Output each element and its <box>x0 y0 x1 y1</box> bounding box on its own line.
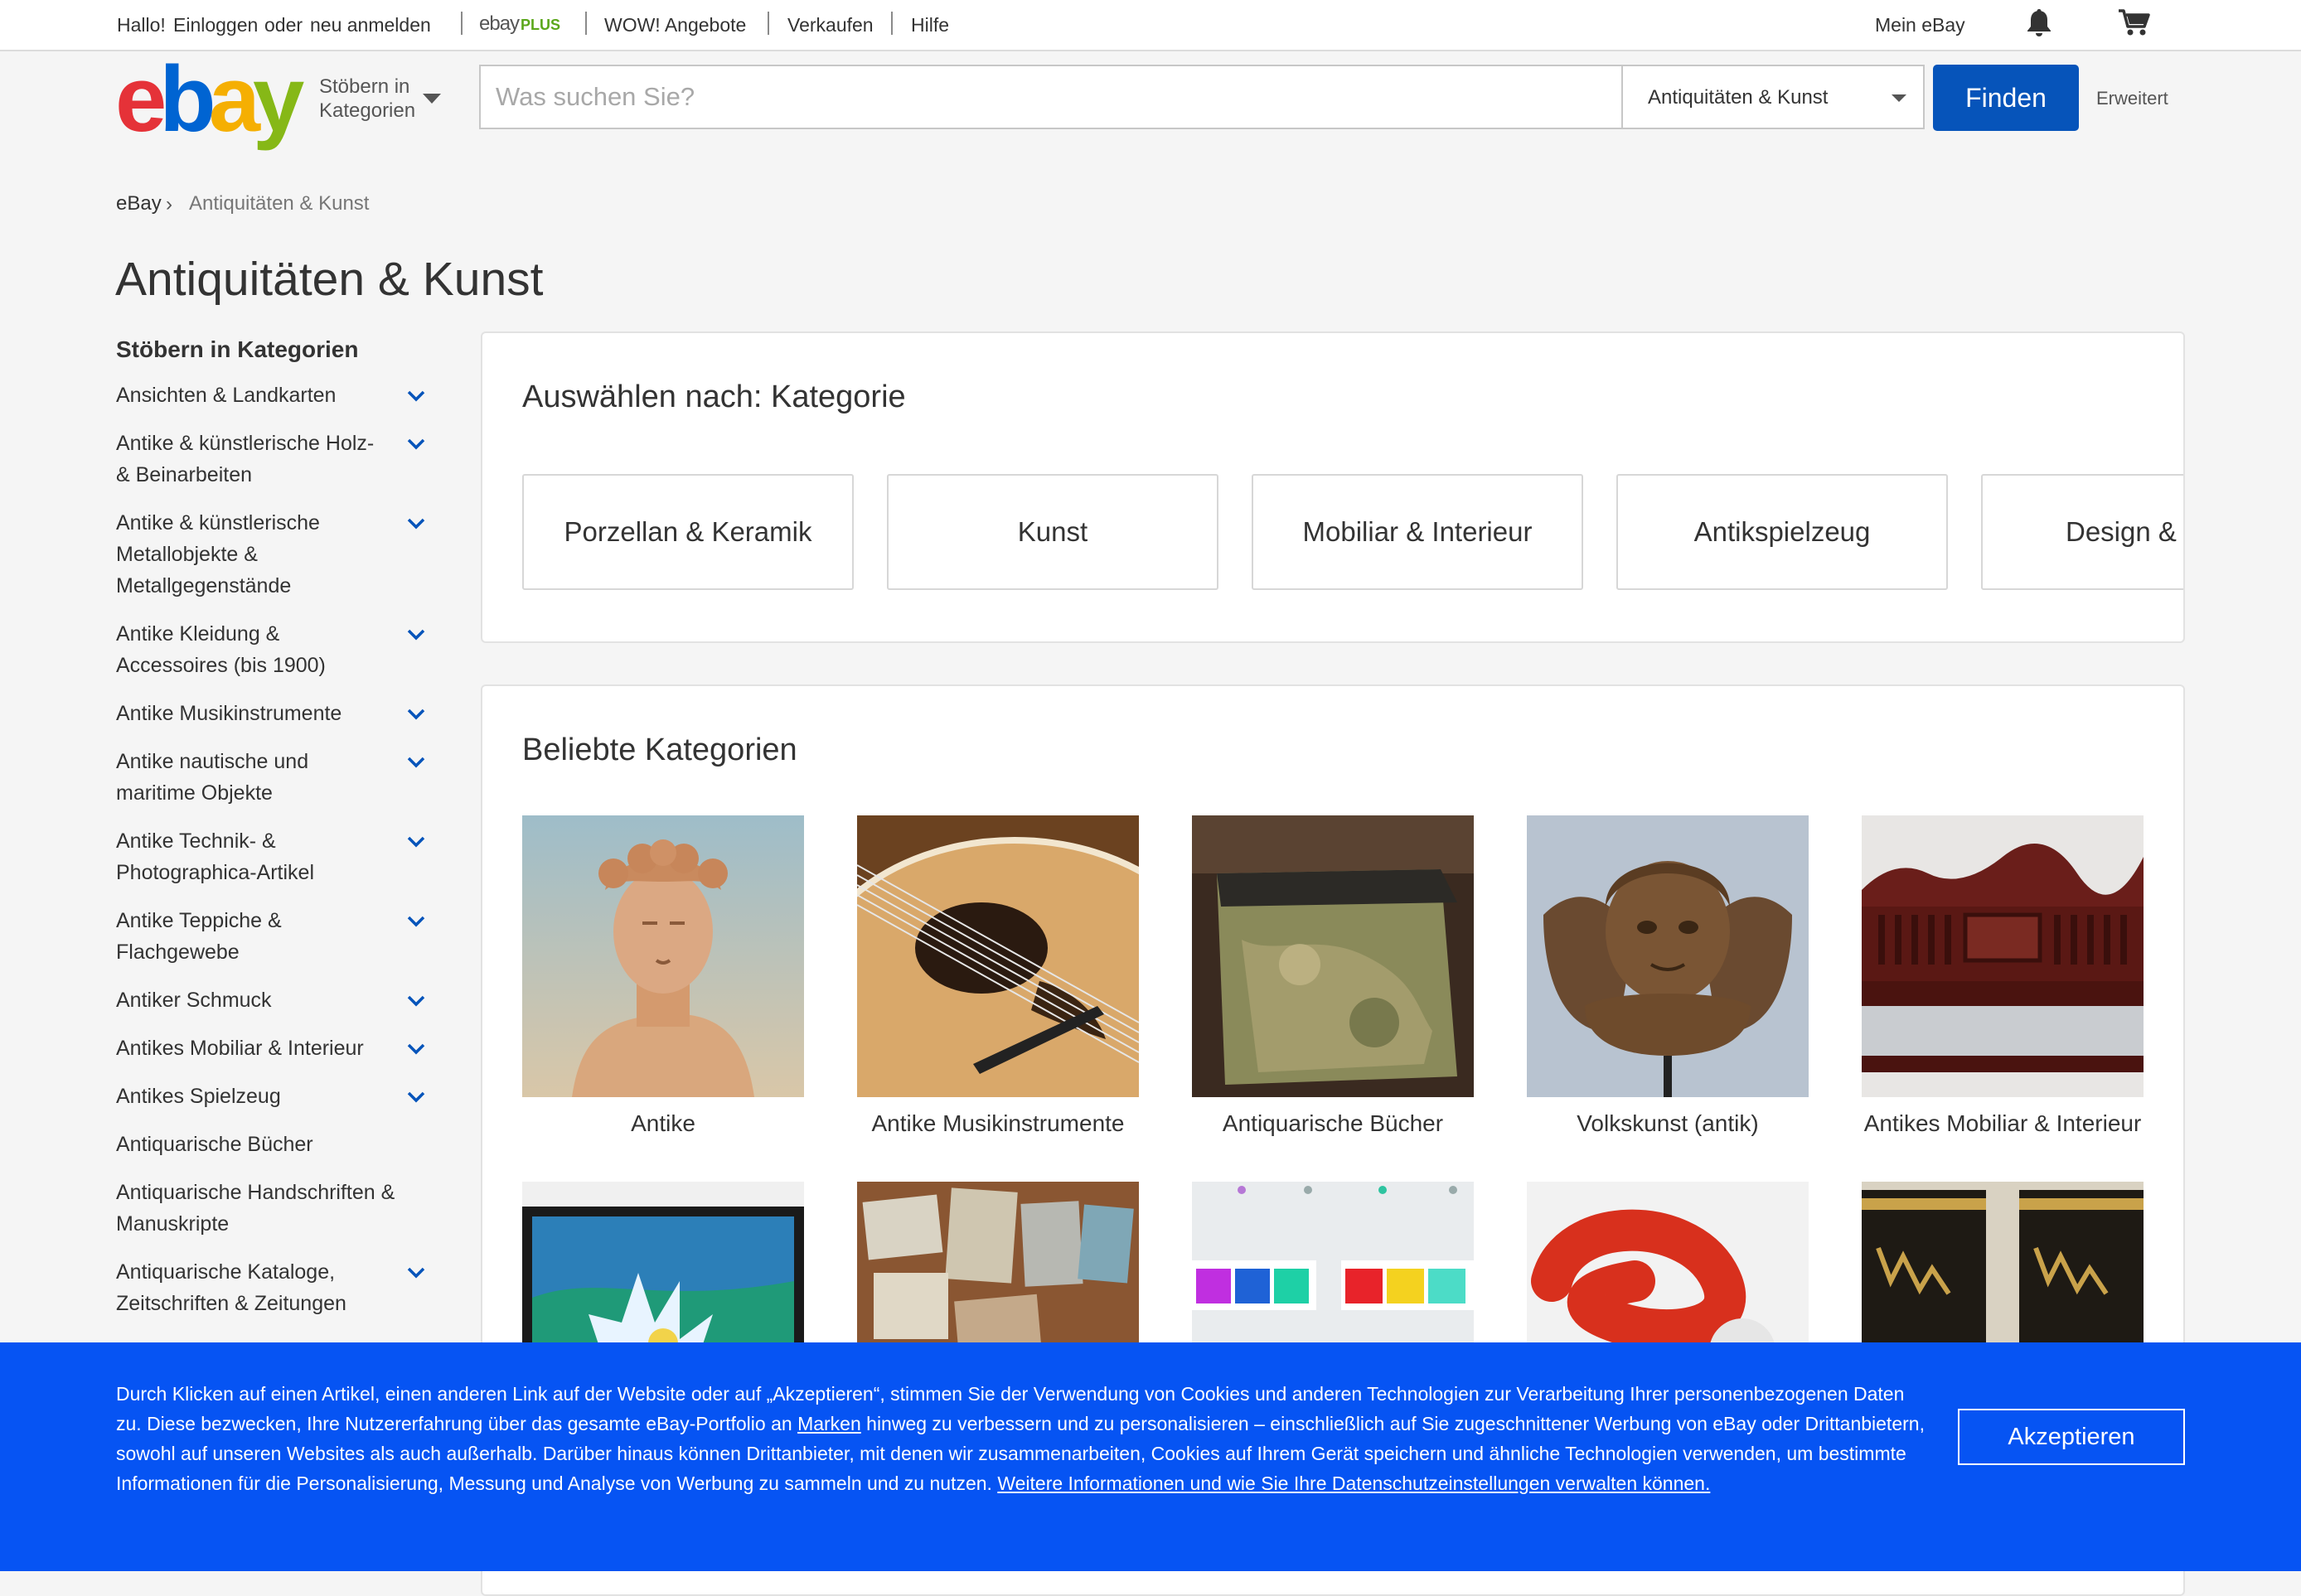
caret-down-icon <box>1892 94 1906 102</box>
sidebar-item[interactable]: Antike & künstlerische Metallobjekte & M… <box>116 507 390 602</box>
category-card[interactable]: Antikspielzeug <box>1616 474 1948 590</box>
popular-tile-label: Volkskunst (antik) <box>1577 1110 1759 1136</box>
breadcrumb-root-link[interactable]: eBay <box>116 192 162 215</box>
global-header-bar: Hallo! Einloggen oder neu anmelden ebay P… <box>0 0 2301 51</box>
chevron-down-icon[interactable] <box>404 703 428 726</box>
bell-icon[interactable] <box>2024 7 2054 42</box>
caret-down-icon[interactable] <box>423 94 441 104</box>
popular-tile[interactable]: Antike Musikinstrumente <box>857 815 1139 1137</box>
breadcrumb-current: Antiquitäten & Kunst <box>189 192 370 215</box>
popular-tile[interactable]: Antiquarische Bücher <box>1192 815 1474 1137</box>
chevron-down-icon[interactable] <box>404 623 428 646</box>
logo-letter-a: a <box>208 47 260 151</box>
advanced-search-link[interactable]: Erweitert <box>2096 88 2168 109</box>
privacy-settings-link[interactable]: Weitere Informationen und wie Sie Ihre D… <box>997 1473 1710 1494</box>
chevron-down-icon[interactable] <box>404 1261 428 1284</box>
category-card[interactable]: Porzellan & Keramik <box>522 474 854 590</box>
divider <box>891 12 893 35</box>
category-card[interactable]: Design & <box>1981 474 2183 590</box>
select-by-category-panel: Auswählen nach: Kategorie Porzellan & Ke… <box>481 331 2185 643</box>
category-select[interactable]: Antiquitäten & Kunst <box>1621 65 1925 129</box>
or-text: oder <box>264 14 303 36</box>
popular-tile-label: Antike <box>631 1110 695 1136</box>
antique-bust-image[interactable] <box>522 815 804 1097</box>
cookie-text: Durch Klicken auf einen Artikel, einen a… <box>116 1379 1931 1498</box>
chevron-down-icon[interactable] <box>404 433 428 456</box>
category-card[interactable]: Mobiliar & Interieur <box>1252 474 1583 590</box>
antique-furniture-image[interactable] <box>1862 815 2144 1097</box>
help-link[interactable]: Hilfe <box>911 14 949 36</box>
divider <box>461 12 463 35</box>
my-ebay-link[interactable]: Mein eBay <box>1875 14 1965 36</box>
divider <box>768 12 769 35</box>
mandolin-image[interactable] <box>857 815 1139 1097</box>
browse-categories-button[interactable]: Stöbern in Kategorien <box>319 75 415 123</box>
find-button[interactable]: Finden <box>1933 65 2079 131</box>
sidebar-item[interactable]: Antike Musikinstrumente <box>116 698 439 729</box>
sidebar-item[interactable]: Antiker Schmuck <box>116 984 439 1016</box>
cherub-carving-image[interactable] <box>1527 815 1809 1097</box>
signin-link[interactable]: Einloggen <box>173 14 258 36</box>
select-by-category-title: Auswählen nach: Kategorie <box>522 380 906 414</box>
cart-icon[interactable] <box>2117 7 2152 41</box>
sidebar-item[interactable]: Ansichten & Landkarten <box>116 380 439 411</box>
popular-tile-label: Antike Musikinstrumente <box>871 1110 1125 1136</box>
sidebar-item[interactable]: Antiquarische Kataloge, Zeitschriften & … <box>116 1256 398 1319</box>
sidebar-item[interactable]: Antikes Spielzeug <box>116 1081 439 1112</box>
sidebar-heading: Stöbern in Kategorien <box>116 336 359 362</box>
deals-link[interactable]: WOW! Angebote <box>604 14 746 36</box>
chevron-down-icon[interactable] <box>404 910 428 933</box>
sell-link[interactable]: Verkaufen <box>787 14 874 36</box>
logo-letter-e: e <box>115 47 167 151</box>
sidebar-item[interactable]: Antike nautische und maritime Objekte <box>116 746 348 809</box>
popular-tile-label: Antiquarische Bücher <box>1222 1110 1444 1136</box>
accept-cookies-button[interactable]: Akzeptieren <box>1958 1409 2185 1465</box>
sidebar-item[interactable]: Antikes Mobiliar & Interieur <box>116 1033 439 1064</box>
popular-categories-title: Beliebte Kategorien <box>522 733 797 767</box>
chevron-down-icon[interactable] <box>404 512 428 535</box>
cookie-banner: Durch Klicken auf einen Artikel, einen a… <box>0 1342 2301 1571</box>
popular-tile-label: Antikes Mobiliar & Interieur <box>1863 1110 2142 1136</box>
plus-badge: PLUS <box>521 17 561 33</box>
sidebar-item[interactable]: Antiquarische Handschriften & Manuskript… <box>116 1177 431 1240</box>
ebay-plus-link[interactable]: ebay PLUS <box>479 12 560 36</box>
chevron-down-icon[interactable] <box>404 1086 428 1109</box>
breadcrumb-chevron-icon: › <box>166 193 172 215</box>
sidebar-item[interactable]: Antike & künstlerische Holz- & Beinarbei… <box>116 428 390 491</box>
logo-letter-y: y <box>253 47 304 151</box>
old-book-image[interactable] <box>1192 815 1474 1097</box>
popular-tile[interactable]: Volkskunst (antik) <box>1527 815 1809 1137</box>
ebay-plus-logo-text: ebay <box>479 12 520 35</box>
chevron-down-icon[interactable] <box>404 751 428 774</box>
chevron-down-icon[interactable] <box>404 989 428 1013</box>
popular-tile[interactable]: Antike <box>522 815 804 1137</box>
chevron-down-icon[interactable] <box>404 384 428 408</box>
search-input[interactable] <box>479 65 1621 129</box>
chevron-down-icon[interactable] <box>404 830 428 854</box>
page-title: Antiquitäten & Kunst <box>115 253 544 306</box>
chevron-down-icon[interactable] <box>404 1037 428 1061</box>
browse-line-2: Kategorien <box>319 99 416 122</box>
logo-letter-b: b <box>159 47 216 151</box>
popular-tile[interactable]: Antikes Mobiliar & Interieur <box>1862 815 2144 1137</box>
register-link[interactable]: neu anmelden <box>310 14 431 36</box>
greeting-text: Hallo! <box>117 14 166 36</box>
divider <box>585 12 587 35</box>
category-select-value: Antiquitäten & Kunst <box>1648 86 1829 109</box>
sidebar-item[interactable]: Antike Teppiche & Flachgewebe <box>116 905 332 968</box>
sidebar-item[interactable]: Antiquarische Bücher <box>116 1129 439 1160</box>
sidebar-item[interactable]: Antike Technik- & Photographica-Artikel <box>116 825 365 888</box>
browse-line-1: Stöbern in <box>319 75 410 98</box>
category-card[interactable]: Kunst <box>887 474 1218 590</box>
ebay-logo[interactable]: ebay <box>115 47 304 151</box>
sidebar-item[interactable]: Antike Kleidung & Accessoires (bis 1900) <box>116 618 365 681</box>
brands-link[interactable]: Marken <box>797 1413 861 1434</box>
